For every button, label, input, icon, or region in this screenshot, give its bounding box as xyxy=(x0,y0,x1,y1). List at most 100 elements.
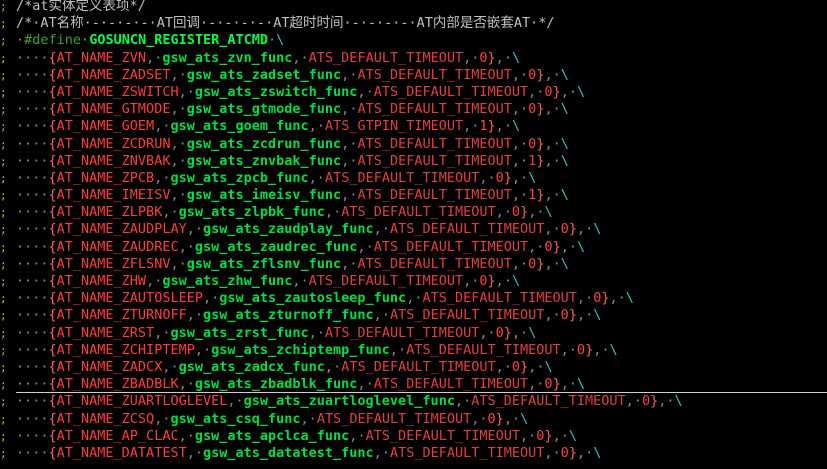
gutter-marker: ; xyxy=(0,360,7,374)
whitespace: · xyxy=(487,169,496,186)
gutter-marker: ; xyxy=(0,378,7,392)
nested-flag: 0 xyxy=(544,376,553,393)
whitespace: · xyxy=(178,255,187,272)
code-line-entry[interactable]: ; ····{AT_NAME_ZCDRUN,·gsw_ats_zcdrun_fun… xyxy=(0,136,827,153)
code-line-entry[interactable]: ; ····{AT_NAME_ZVN,·gsw_ats_zvn_func,·ATS… xyxy=(0,50,827,67)
separator: , xyxy=(511,169,521,186)
open-brace: { xyxy=(48,358,57,375)
whitespace: · xyxy=(186,376,195,393)
separator: , xyxy=(308,169,317,186)
code-line-entry[interactable]: ; ····{AT_NAME_DATATEST,·gsw_ats_datatest… xyxy=(0,445,827,462)
whitespace: · xyxy=(463,393,472,410)
close-brace: } xyxy=(520,204,529,221)
separator: , xyxy=(560,83,569,100)
at-name: AT_NAME_ZHW xyxy=(56,273,147,289)
code-line-entry[interactable]: ; ····{AT_NAME_ZAUDREC,·gsw_ats_zaudrec_f… xyxy=(0,239,827,256)
code-line-entry[interactable]: ; ····{AT_NAME_ZTURNOFF,·gsw_ats_zturnoff… xyxy=(0,307,827,324)
code-line-entry[interactable]: ; ····{AT_NAME_ZHW,·gsw_ats_zhw_func,·ATS… xyxy=(0,273,827,290)
separator: , xyxy=(503,410,512,427)
code-line-entry[interactable]: ; ····{AT_NAME_GOEM,·gsw_ats_goem_func,·A… xyxy=(0,118,827,135)
timeout-constant: ATS_DEFAULT_TIMEOUT xyxy=(308,273,464,289)
whitespace: · xyxy=(520,324,529,341)
code-line-entry[interactable]: ; ····{AT_NAME_ZNVBAK,·gsw_ats_znvbak_fun… xyxy=(0,153,827,170)
open-brace: { xyxy=(48,341,57,358)
whitespace: ···· xyxy=(16,238,49,255)
open-brace: { xyxy=(48,273,57,289)
separator: , xyxy=(170,152,179,169)
code-line-entry[interactable]: ; ····{AT_NAME_ZAUDPLAY,·gsw_ats_zaudplay… xyxy=(0,221,827,238)
line-continuation: \ xyxy=(576,83,586,100)
line-continuation: \ xyxy=(576,238,586,255)
whitespace: ···· xyxy=(16,427,49,444)
whitespace: · xyxy=(194,307,203,324)
code-line-entry[interactable]: ; ····{AT_NAME_ZCSQ,·gsw_ats_csq_func,·AT… xyxy=(0,411,827,428)
callback-function: gsw_ats_zhw_func xyxy=(162,273,293,289)
separator: , xyxy=(495,49,504,66)
code-line-entry[interactable]: ; ····{AT_NAME_ZSWITCH,·gsw_ats_zswitch_f… xyxy=(0,84,827,101)
whitespace: · xyxy=(552,101,561,118)
code-line-entry[interactable]: ; ····{AT_NAME_ZLPBK,·gsw_ats_zlpbk_func,… xyxy=(0,204,827,221)
at-name: AT_NAME_AP_CLAC xyxy=(56,427,179,444)
code-line-entry[interactable]: ; ····{AT_NAME_ZFLSNV,·gsw_ats_zflsnv_fun… xyxy=(0,256,827,273)
code-line-entry[interactable]: ; ····{AT_NAME_ZUARTLOGLEVEL,·gsw_ats_zua… xyxy=(0,392,827,410)
code-view[interactable]: ; /*at实体定义表项*/ ; /*·AT名称·-·-·-·-·AT回调·-·-·… xyxy=(0,0,827,462)
gutter-marker: ; xyxy=(0,343,7,357)
gutter-marker: ; xyxy=(0,154,7,168)
whitespace: ···· xyxy=(16,255,49,272)
at-name: AT_NAME_ZTURNOFF xyxy=(56,307,187,324)
whitespace: · xyxy=(617,290,626,307)
code-line-comment-1[interactable]: ; /*at实体定义表项*/ xyxy=(0,0,827,15)
nested-flag: 0 xyxy=(544,238,553,255)
close-brace: } xyxy=(487,118,496,135)
gutter-marker: ; xyxy=(0,120,7,134)
code-editor[interactable]: ; /*at实体定义表项*/ ; /*·AT名称·-·-·-·-·AT回调·-·-·… xyxy=(0,0,827,469)
whitespace: · xyxy=(316,324,325,341)
at-name: AT_NAME_ZSWITCH xyxy=(56,83,179,100)
comment-text: /*at实体定义表项*/ xyxy=(16,0,146,14)
open-brace: { xyxy=(48,49,57,66)
entry-list: ; ····{AT_NAME_ZVN,·gsw_ats_zvn_func,·ATS… xyxy=(0,50,827,463)
callback-function: gsw_ats_gtmode_func xyxy=(186,101,342,118)
gutter-marker: ; xyxy=(0,34,7,48)
callback-function: gsw_ats_zvn_func xyxy=(162,49,293,66)
open-brace: { xyxy=(48,444,57,461)
separator: , xyxy=(373,221,382,238)
line-continuation: \ xyxy=(276,32,285,49)
at-name: AT_NAME_ZPCB xyxy=(56,169,155,186)
line-continuation: \ xyxy=(560,66,569,83)
code-line-entry[interactable]: ; ····{AT_NAME_ZADSET,·gsw_ats_zadset_fun… xyxy=(0,67,827,84)
code-line-entry[interactable]: ; ····{AT_NAME_ZCHIPTEMP,·gsw_ats_zchipte… xyxy=(0,342,827,359)
separator: , xyxy=(544,444,553,461)
code-line-entry[interactable]: ; ····{AT_NAME_IMEISV,·gsw_ats_imeisv_fun… xyxy=(0,187,827,204)
close-brace: } xyxy=(544,427,553,444)
separator: , xyxy=(576,221,586,238)
separator: , xyxy=(544,135,553,152)
separator: , xyxy=(544,221,553,238)
code-line-define[interactable]: ; ·#define·GOSUNCN_REGISTER_ATCMD·\ xyxy=(0,32,827,49)
separator: , xyxy=(357,238,366,255)
code-line-entry[interactable]: ; ····{AT_NAME_ZPCB,·gsw_ats_zpcb_func,·A… xyxy=(0,170,827,187)
at-name: AT_NAME_ZCSQ xyxy=(56,410,155,427)
gutter-marker: ; xyxy=(0,206,7,220)
code-line-entry[interactable]: ; ····{AT_NAME_ZBADBLK,·gsw_ats_zbadblk_f… xyxy=(0,376,827,393)
nested-flag: 0 xyxy=(487,410,496,427)
whitespace: · xyxy=(552,66,561,83)
timeout-constant: ATS_DEFAULT_TIMEOUT xyxy=(341,204,496,221)
code-line-entry[interactable]: ; ····{AT_NAME_AP_CLAC,·gsw_ats_apclca_fu… xyxy=(0,428,827,445)
define-keyword: #define xyxy=(24,32,82,49)
code-line-entry[interactable]: ; ····{AT_NAME_ZADCX,·gsw_ats_zadcx_func,… xyxy=(0,359,827,376)
code-line-entry[interactable]: ; ····{AT_NAME_GTMODE,·gsw_ats_gtmode_fun… xyxy=(0,101,827,118)
nested-flag: 1 xyxy=(479,118,488,135)
gutter-marker: ; xyxy=(0,429,7,443)
whitespace: · xyxy=(178,135,187,152)
code-line-comment-2[interactable]: ; /*·AT名称·-·-·-·-·AT回调·-·-·-·-·AT超时时间·-·-… xyxy=(0,15,827,32)
separator: , xyxy=(511,66,521,83)
whitespace: ···· xyxy=(16,444,49,461)
gutter-marker: ; xyxy=(0,171,7,185)
whitespace: · xyxy=(568,83,577,100)
separator: , xyxy=(292,49,301,66)
code-line-entry[interactable]: ; ····{AT_NAME_ZAUTOSLEEP,·gsw_ats_zautos… xyxy=(0,290,827,307)
whitespace: · xyxy=(316,118,325,135)
whitespace: · xyxy=(170,204,179,221)
code-line-entry[interactable]: ; ····{AT_NAME_ZRST,·gsw_ats_zrst_func,·A… xyxy=(0,325,827,342)
